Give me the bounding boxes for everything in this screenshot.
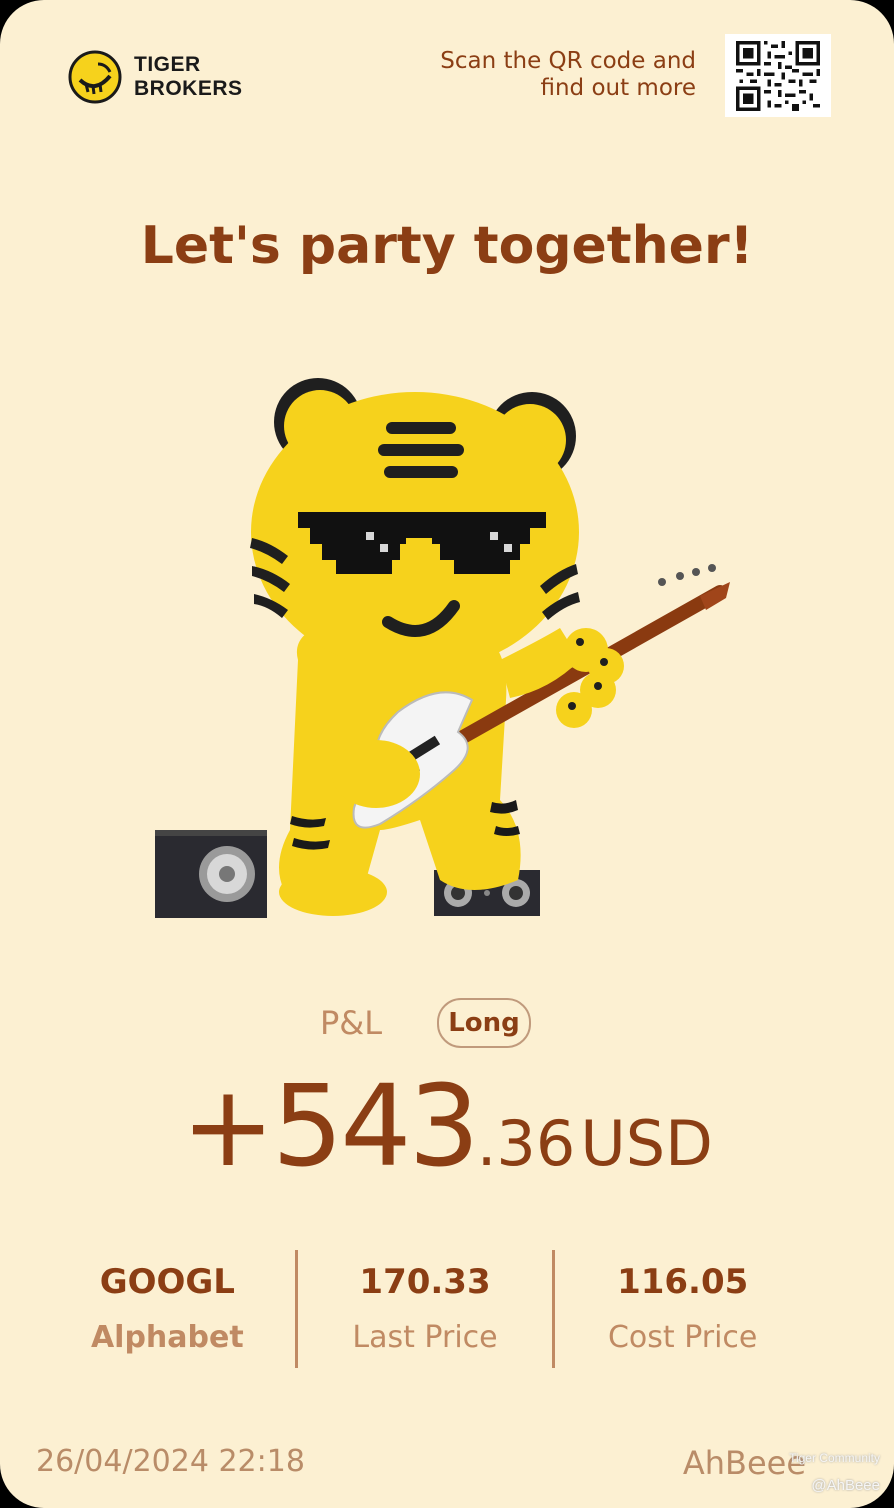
username: AhBeee bbox=[682, 1444, 806, 1482]
tiger-mascot-guitar-illustration bbox=[155, 378, 730, 918]
pnl-header: P&L Long bbox=[0, 998, 894, 1052]
position-direction-badge: Long bbox=[437, 998, 531, 1048]
stat-ticker: GOOGL Alphabet bbox=[40, 1250, 295, 1368]
share-card: TIGER BROKERS Scan the QR code and find … bbox=[0, 0, 894, 1508]
pnl-decimals: .36 bbox=[476, 1107, 576, 1180]
timestamp: 26/04/2024 22:18 bbox=[36, 1444, 305, 1479]
tiger-logo-icon bbox=[68, 50, 122, 104]
scan-prompt: Scan the QR code and find out more bbox=[440, 48, 696, 102]
last-price-value: 170.33 bbox=[359, 1262, 491, 1302]
position-stats: GOOGL Alphabet 170.33 Last Price 116.05 … bbox=[40, 1250, 810, 1368]
pnl-label: P&L bbox=[320, 1004, 383, 1042]
watermark-community: Tiger Community bbox=[789, 1451, 880, 1465]
watermark-handle: @AhBeee bbox=[811, 1477, 880, 1494]
pnl-currency: USD bbox=[580, 1107, 713, 1180]
pnl-amount: +543.36 USD bbox=[0, 1062, 894, 1192]
brand-line-2: BROKERS bbox=[134, 77, 243, 100]
brand-line-1: TIGER bbox=[134, 53, 201, 76]
left-speaker-icon bbox=[155, 830, 267, 918]
community-watermark: Tiger Community @AhBeee bbox=[789, 1448, 880, 1496]
last-price-label: Last Price bbox=[352, 1320, 498, 1355]
qr-code-icon bbox=[736, 41, 820, 111]
brand-name: TIGER BROKERS bbox=[134, 53, 243, 101]
cost-price-value: 116.05 bbox=[617, 1262, 749, 1302]
scan-prompt-line-2: find out more bbox=[540, 75, 696, 101]
qr-code[interactable] bbox=[725, 34, 831, 117]
pnl-integer: +543 bbox=[181, 1062, 480, 1192]
ticker-symbol: GOOGL bbox=[99, 1262, 235, 1302]
scan-prompt-line-1: Scan the QR code and bbox=[440, 48, 696, 74]
stat-last-price: 170.33 Last Price bbox=[294, 1250, 553, 1368]
company-name: Alphabet bbox=[90, 1320, 244, 1355]
brand-logo-group: TIGER BROKERS bbox=[68, 50, 243, 104]
stat-cost-price: 116.05 Cost Price bbox=[552, 1250, 810, 1368]
headline: Let's party together! bbox=[140, 216, 754, 276]
cost-price-label: Cost Price bbox=[607, 1320, 758, 1355]
